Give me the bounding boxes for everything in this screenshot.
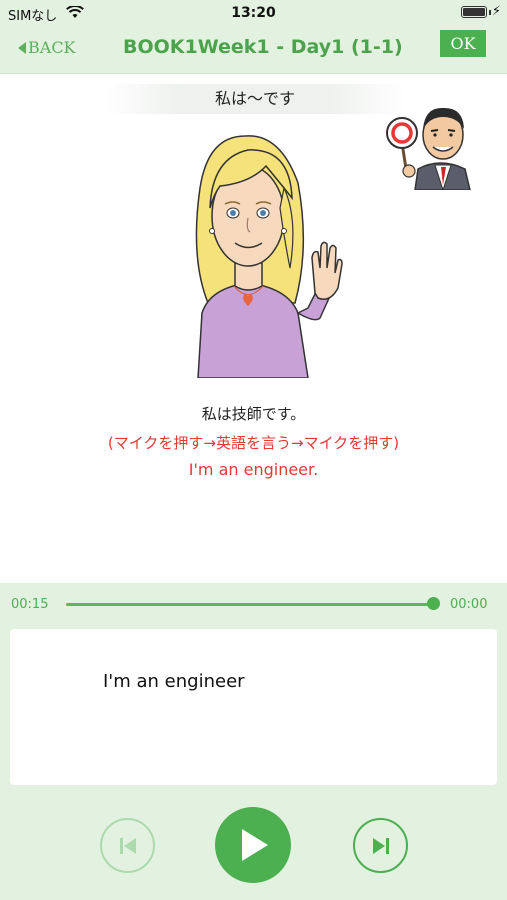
progress-thumb[interactable] <box>427 597 440 610</box>
instruction-text: (マイクを押す→英語を言う→マイクを押す) <box>107 434 400 452</box>
time-remaining: 00:00 <box>450 597 488 612</box>
battery-tip <box>489 10 491 15</box>
ok-button[interactable]: OK <box>440 30 486 57</box>
teacher-illustration <box>386 107 471 190</box>
next-button[interactable] <box>353 818 408 873</box>
nav-bar: BACK BOOK1Week1 - Day1 (1-1) OK <box>0 26 507 74</box>
english-sentence: I'm an engineer. <box>188 460 319 479</box>
woman-illustration <box>195 135 343 378</box>
back-button[interactable]: BACK <box>18 38 76 57</box>
skip-previous-icon <box>119 837 136 854</box>
status-bar: SIMなし 13:20 ⚡ <box>0 0 507 26</box>
previous-button[interactable] <box>100 818 155 873</box>
answer-card: I'm an engineer <box>10 629 497 785</box>
player-panel: 00:15 00:00 I'm an engineer <box>0 583 507 900</box>
charging-icon: ⚡ <box>491 4 501 19</box>
phrase-pattern: 私は～です <box>105 84 405 114</box>
back-arrow-icon <box>18 41 26 54</box>
play-button[interactable] <box>215 807 291 883</box>
back-label: BACK <box>28 38 76 57</box>
japanese-sentence: 私は技師です。 <box>201 405 306 423</box>
progress-bar[interactable] <box>66 603 433 606</box>
skip-next-icon <box>372 837 389 854</box>
answer-text: I'm an engineer <box>103 671 245 692</box>
play-icon <box>242 829 268 861</box>
clock: 13:20 <box>231 5 276 21</box>
battery-icon <box>461 6 487 18</box>
time-elapsed: 00:15 <box>11 597 49 612</box>
page-title: BOOK1Week1 - Day1 (1-1) <box>123 36 403 58</box>
